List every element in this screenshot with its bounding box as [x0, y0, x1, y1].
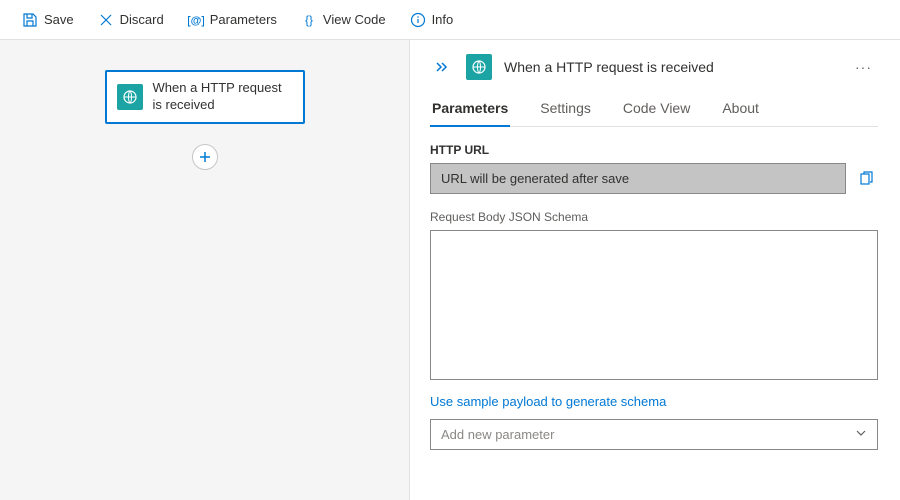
- more-button[interactable]: ···: [849, 55, 878, 79]
- workspace: When a HTTP request is received When a H…: [0, 40, 900, 500]
- trigger-node[interactable]: When a HTTP request is received: [105, 70, 305, 124]
- trigger-node-title: When a HTTP request is received: [153, 80, 293, 114]
- http-trigger-icon: [466, 54, 492, 80]
- tab-about[interactable]: About: [720, 92, 761, 126]
- discard-icon: [98, 12, 114, 28]
- collapse-button[interactable]: [430, 55, 454, 79]
- svg-text:[@]: [@]: [188, 15, 204, 27]
- plus-icon: [199, 151, 211, 163]
- details-panel: When a HTTP request is received ··· Para…: [410, 40, 900, 500]
- view-code-label: View Code: [323, 12, 386, 27]
- schema-label: Request Body JSON Schema: [430, 210, 878, 224]
- info-label: Info: [432, 12, 454, 27]
- panel-title: When a HTTP request is received: [504, 59, 837, 75]
- panel-tabs: Parameters Settings Code View About: [430, 92, 878, 127]
- http-url-field: URL will be generated after save: [430, 163, 846, 194]
- save-button[interactable]: Save: [12, 6, 84, 34]
- add-parameter-dropdown[interactable]: Add new parameter: [430, 419, 878, 450]
- parameters-button[interactable]: [@] Parameters: [178, 6, 287, 34]
- http-url-label: HTTP URL: [430, 143, 878, 157]
- view-code-button[interactable]: {} View Code: [291, 6, 396, 34]
- svg-text:{}: {}: [305, 13, 313, 27]
- tab-code-view[interactable]: Code View: [621, 92, 692, 126]
- chevron-down-icon: [855, 427, 867, 442]
- schema-input[interactable]: [430, 230, 878, 380]
- parameters-form: HTTP URL URL will be generated after sav…: [430, 143, 878, 490]
- http-url-row: URL will be generated after save: [430, 163, 878, 194]
- discard-button[interactable]: Discard: [88, 6, 174, 34]
- designer-canvas[interactable]: When a HTTP request is received: [0, 40, 410, 500]
- info-icon: [410, 12, 426, 28]
- add-step-button[interactable]: [192, 144, 218, 170]
- save-icon: [22, 12, 38, 28]
- parameters-icon: [@]: [188, 12, 204, 28]
- panel-header: When a HTTP request is received ···: [430, 54, 878, 80]
- use-sample-payload-link[interactable]: Use sample payload to generate schema: [430, 394, 878, 409]
- add-parameter-placeholder: Add new parameter: [441, 427, 554, 442]
- toolbar: Save Discard [@] Parameters {} View Code…: [0, 0, 900, 40]
- parameters-label: Parameters: [210, 12, 277, 27]
- tab-settings[interactable]: Settings: [538, 92, 593, 126]
- save-label: Save: [44, 12, 74, 27]
- info-button[interactable]: Info: [400, 6, 464, 34]
- copy-icon: [858, 171, 874, 187]
- braces-icon: {}: [301, 12, 317, 28]
- http-trigger-icon: [117, 84, 143, 110]
- tab-parameters[interactable]: Parameters: [430, 92, 510, 126]
- discard-label: Discard: [120, 12, 164, 27]
- chevron-right-double-icon: [434, 59, 450, 75]
- copy-url-button[interactable]: [854, 167, 878, 191]
